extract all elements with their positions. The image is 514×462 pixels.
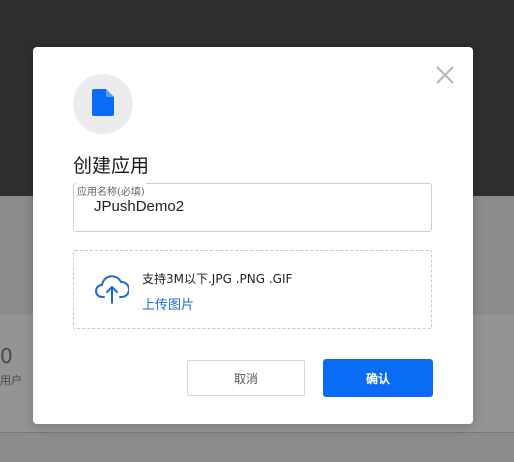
dialog-title: 创建应用	[73, 155, 150, 177]
upload-hint: 支持3M以下.JPG .PNG .GIF	[142, 272, 293, 286]
cancel-button[interactable]: 取消	[187, 360, 305, 396]
app-name-input[interactable]	[94, 198, 414, 215]
upload-image-link[interactable]: 上传图片	[142, 294, 194, 313]
document-icon	[92, 88, 114, 120]
app-name-label: 应用名称(必填)	[76, 183, 146, 198]
background-stat-value: 0	[0, 344, 13, 368]
image-upload-area[interactable]: 支持3M以下.JPG .PNG .GIF 上传图片	[73, 250, 432, 329]
create-app-dialog: 创建应用 应用名称(必填) 支持3M以下.JPG .PNG .GIF 上传图片 …	[33, 47, 473, 424]
close-icon[interactable]	[433, 63, 457, 87]
app-name-field[interactable]: 应用名称(必填)	[73, 183, 432, 232]
background-divider	[0, 432, 514, 433]
confirm-button[interactable]: 确认	[323, 359, 433, 397]
background-stat-label: 用户	[0, 374, 22, 387]
cloud-upload-icon	[95, 273, 130, 305]
app-avatar	[73, 74, 133, 134]
